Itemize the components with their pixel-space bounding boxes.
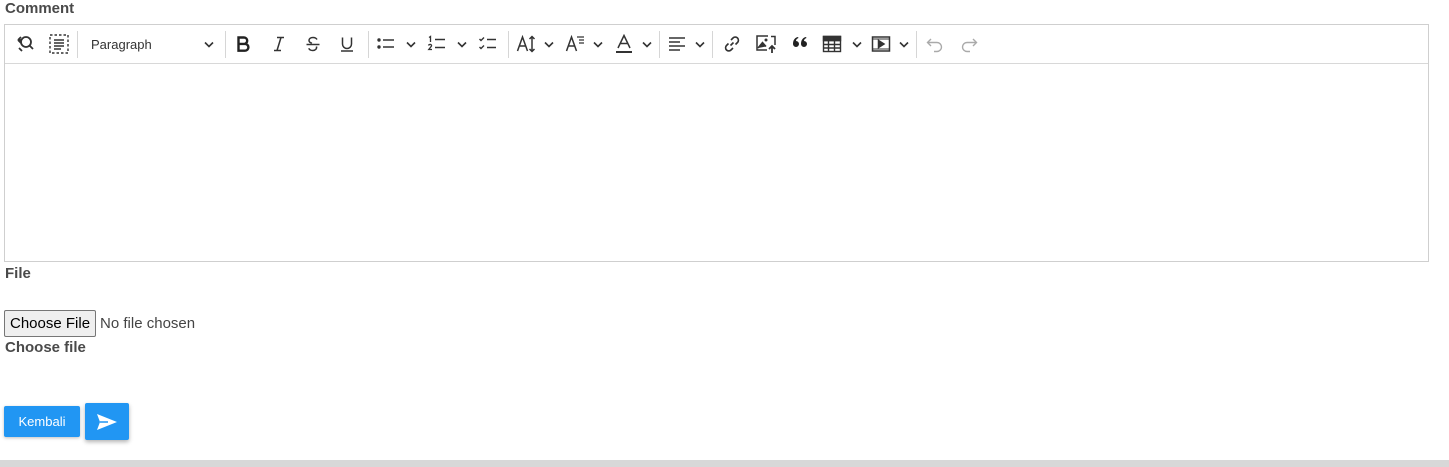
italic-button[interactable] <box>267 30 291 58</box>
show-blocks-icon <box>49 34 69 54</box>
find-replace-icon <box>17 36 34 52</box>
insert-image-icon <box>756 35 776 53</box>
chevron-down-icon <box>899 41 909 48</box>
show-blocks-button[interactable] <box>46 30 72 58</box>
redo-button[interactable] <box>956 30 982 58</box>
send-icon <box>97 413 117 430</box>
block-quote-icon <box>793 37 807 47</box>
chevron-down-icon <box>642 41 652 48</box>
page-footer-bar <box>0 460 1449 467</box>
italic-icon <box>274 36 284 52</box>
font-color-button[interactable] <box>612 30 654 58</box>
send-button[interactable] <box>85 403 129 440</box>
chevron-down-icon <box>695 41 705 48</box>
font-family-button[interactable] <box>563 30 605 58</box>
toolbar-separator <box>508 31 509 58</box>
bold-button[interactable] <box>231 30 255 58</box>
choose-file-caption: Choose file <box>5 339 86 356</box>
undo-icon <box>926 38 943 53</box>
insert-image-button[interactable] <box>752 30 780 58</box>
chevron-down-icon <box>406 41 416 48</box>
strikethrough-button[interactable] <box>301 30 325 58</box>
font-family-icon <box>565 35 584 52</box>
toolbar-separator <box>225 31 226 58</box>
toolbar-separator <box>77 31 78 58</box>
underline-button[interactable] <box>335 30 359 58</box>
strikethrough-icon <box>306 36 320 52</box>
chevron-down-icon <box>457 41 467 48</box>
file-label: File <box>5 265 31 282</box>
choose-file-button[interactable]: Choose File <box>4 310 97 337</box>
editor-content-area[interactable] <box>5 64 1428 261</box>
insert-table-button[interactable] <box>820 30 864 58</box>
redo-icon <box>961 38 978 53</box>
editor-toolbar: Paragraph <box>5 25 1428 64</box>
paragraph-dropdown[interactable]: Paragraph <box>88 30 220 58</box>
file-input: Choose File No file chosen <box>4 310 195 337</box>
font-color-icon <box>616 34 632 53</box>
bulleted-list-icon <box>377 38 394 49</box>
underline-icon <box>341 37 353 52</box>
numbered-list-icon <box>427 35 445 51</box>
bulleted-list-button[interactable] <box>374 30 418 58</box>
chevron-down-icon <box>204 41 214 48</box>
bold-icon <box>237 36 250 52</box>
link-icon <box>724 36 740 52</box>
toolbar-separator <box>659 31 660 58</box>
media-embed-icon <box>871 36 891 52</box>
todo-list-icon <box>479 37 496 50</box>
chevron-down-icon <box>852 41 862 48</box>
block-quote-button[interactable] <box>787 30 813 58</box>
table-icon <box>822 35 842 53</box>
align-left-icon <box>669 37 685 51</box>
toolbar-separator <box>368 31 369 58</box>
chevron-down-icon <box>544 41 554 48</box>
undo-button[interactable] <box>922 30 948 58</box>
toolbar-separator <box>916 31 917 58</box>
comment-label: Comment <box>5 0 75 17</box>
numbered-list-button[interactable] <box>425 30 469 58</box>
paragraph-label: Paragraph <box>91 36 152 52</box>
rich-text-editor: Paragraph <box>4 24 1429 262</box>
media-embed-button[interactable] <box>869 30 911 58</box>
link-button[interactable] <box>719 30 745 58</box>
font-size-icon <box>516 35 536 53</box>
file-status-text: No file chosen <box>100 315 196 332</box>
toolbar-separator <box>712 31 713 58</box>
alignment-button[interactable] <box>665 30 707 58</box>
back-button[interactable]: Kembali <box>4 406 80 437</box>
todo-list-button[interactable] <box>475 30 501 58</box>
font-size-button[interactable] <box>514 30 556 58</box>
chevron-down-icon <box>593 41 603 48</box>
find-replace-button[interactable] <box>12 30 38 58</box>
